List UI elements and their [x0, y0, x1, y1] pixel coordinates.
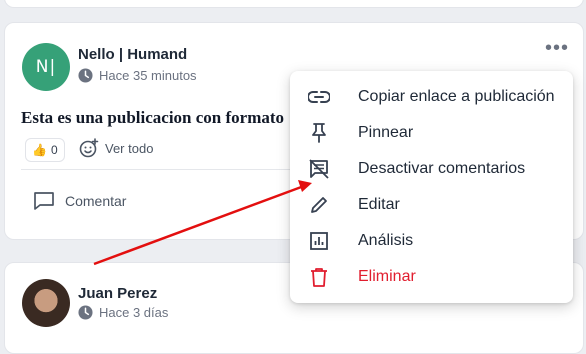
view-all-reactions[interactable]: Ver todo [79, 138, 153, 158]
menu-item-label: Editar [358, 196, 400, 213]
trash-icon [308, 266, 330, 288]
menu-item-label: Copiar enlace a publicación [358, 88, 555, 105]
post-time-text: Hace 3 días [99, 305, 169, 320]
post-author-name[interactable]: Juan Perez [78, 285, 157, 302]
menu-item-disable-comments[interactable]: Desactivar comentarios [290, 151, 573, 187]
avatar-initials: N| [35, 57, 57, 77]
post-timestamp: Hace 35 minutos [78, 68, 197, 83]
menu-item-pin[interactable]: Pinnear [290, 115, 573, 151]
add-emoji-icon [79, 138, 99, 158]
view-all-label: Ver todo [105, 140, 154, 156]
comments-off-icon [308, 158, 330, 180]
more-options-icon[interactable]: ••• [545, 38, 569, 58]
menu-item-analytics[interactable]: Análisis [290, 223, 573, 259]
comment-button[interactable]: Comentar [33, 191, 126, 211]
menu-item-edit[interactable]: Editar [290, 187, 573, 223]
menu-item-label: Desactivar comentarios [358, 160, 526, 177]
menu-item-label: Análisis [358, 232, 414, 249]
clock-icon [78, 305, 93, 320]
analytics-icon [308, 230, 330, 252]
reaction-count: 0 [50, 143, 58, 157]
post-time-text: Hace 35 minutos [99, 68, 197, 83]
post-options-menu: Copiar enlace a publicación Pinnear Desa… [290, 71, 573, 303]
comment-icon [34, 192, 54, 210]
clock-icon [78, 68, 93, 83]
thumbs-up-icon: 👍 [32, 143, 47, 157]
menu-item-copy-link[interactable]: Copiar enlace a publicación [290, 79, 573, 115]
author-avatar[interactable] [22, 279, 70, 327]
pin-icon [308, 122, 330, 144]
author-avatar[interactable]: N| [22, 43, 70, 91]
menu-item-label: Eliminar [358, 268, 416, 285]
pencil-icon [308, 194, 330, 216]
post-body: Esta es una publicacion con formato [21, 108, 285, 127]
previous-post-card [4, 0, 584, 8]
link-icon [308, 86, 330, 108]
post-timestamp: Hace 3 días [78, 305, 168, 320]
menu-item-delete[interactable]: Eliminar [290, 259, 573, 295]
menu-item-label: Pinnear [358, 124, 414, 141]
post-author-name[interactable]: Nello | Humand [78, 46, 187, 63]
comment-label: Comentar [65, 193, 127, 209]
reaction-chip[interactable]: 👍 0 [25, 138, 65, 162]
